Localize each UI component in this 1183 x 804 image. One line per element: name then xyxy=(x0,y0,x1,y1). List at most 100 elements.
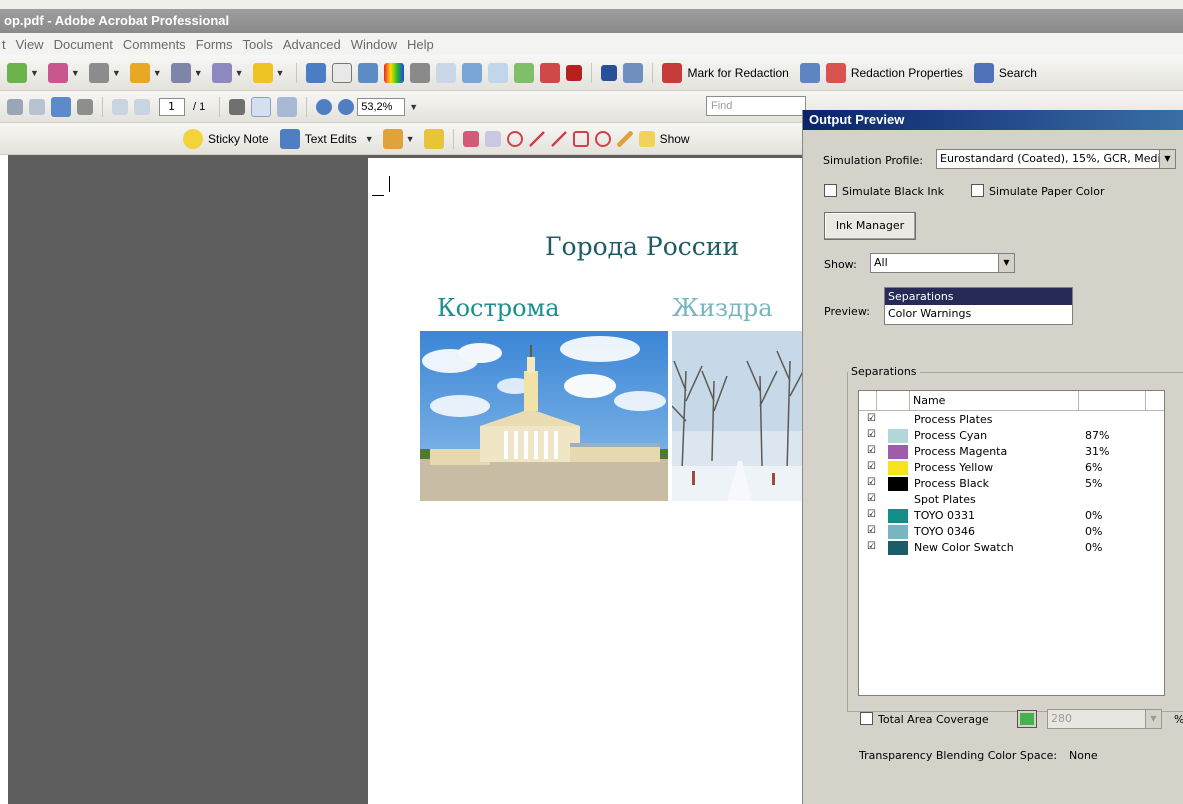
chevron-down-icon[interactable]: ▼ xyxy=(153,68,162,78)
text-edits-button[interactable]: Text Edits xyxy=(305,132,357,146)
stamp-icon[interactable] xyxy=(382,128,403,149)
collaborate-icon[interactable] xyxy=(88,62,109,83)
callout-icon[interactable] xyxy=(462,130,479,147)
email-icon[interactable] xyxy=(51,96,71,117)
color-bar-icon[interactable] xyxy=(384,62,405,83)
separation-checkbox[interactable]: ☑ xyxy=(866,494,877,505)
coverage-color-swatch[interactable] xyxy=(1017,710,1037,728)
combine-files-icon[interactable] xyxy=(47,62,68,83)
redaction-properties-icon[interactable] xyxy=(825,62,846,83)
next-page-icon[interactable] xyxy=(134,98,150,115)
preflight-flask-icon[interactable] xyxy=(410,62,431,83)
separation-checkbox[interactable]: ☑ xyxy=(866,542,877,553)
menu-document[interactable]: Document xyxy=(54,37,113,52)
table-row[interactable]: ☑ TOYO 0346 0% xyxy=(859,524,1164,540)
table-row[interactable]: ☑ New Color Swatch 0% xyxy=(859,540,1164,556)
column-name[interactable]: Name xyxy=(910,391,1079,410)
arrow-tool-icon[interactable] xyxy=(528,130,545,147)
separation-checkbox[interactable]: ☑ xyxy=(866,462,877,473)
review-comment-icon[interactable] xyxy=(252,62,273,83)
table-row[interactable]: ☑ Process Black 5% xyxy=(859,476,1164,492)
sticky-note-button[interactable]: Sticky Note xyxy=(208,132,269,146)
table-row[interactable]: ☑ Process Magenta 31% xyxy=(859,444,1164,460)
separation-checkbox[interactable]: ☑ xyxy=(866,510,877,521)
select-arrow-icon[interactable] xyxy=(601,64,618,81)
add-printer-marks-icon[interactable] xyxy=(514,62,535,83)
chevron-down-icon[interactable]: ▼ xyxy=(30,68,39,78)
show-comments-icon[interactable] xyxy=(638,130,655,147)
sign-pen-icon[interactable] xyxy=(170,62,191,83)
dropdown-arrow-icon[interactable]: ▼ xyxy=(1159,150,1175,168)
touchup-icon[interactable] xyxy=(623,62,644,83)
find-input[interactable]: Find xyxy=(706,96,806,116)
print-icon[interactable] xyxy=(7,98,23,115)
menu-tools[interactable]: Tools xyxy=(243,37,273,52)
flattener-icon[interactable] xyxy=(540,62,561,83)
search-redact-icon[interactable] xyxy=(973,62,994,83)
output-preview-icon[interactable] xyxy=(358,62,379,83)
chevron-down-icon[interactable]: ▼ xyxy=(194,68,203,78)
menu-view[interactable]: View xyxy=(16,37,44,52)
show-select[interactable]: All ▼ xyxy=(870,253,1015,273)
total-area-coverage-checkbox[interactable] xyxy=(860,712,873,725)
separation-checkbox[interactable]: ☑ xyxy=(866,446,877,457)
zoom-out-icon[interactable] xyxy=(316,98,333,115)
table-row[interactable]: ☑ Process Cyan 87% xyxy=(859,428,1164,444)
oval-tool-icon[interactable] xyxy=(594,130,611,147)
ink-manager-button[interactable]: Ink Manager xyxy=(824,212,916,240)
menu-file-partial[interactable]: t xyxy=(2,37,6,52)
convert-colors-icon[interactable] xyxy=(462,62,483,83)
sticky-note-icon[interactable] xyxy=(183,128,203,149)
separation-checkbox[interactable]: ☑ xyxy=(866,526,877,537)
layers-icon[interactable] xyxy=(306,62,327,83)
ink-manager-icon[interactable] xyxy=(488,62,509,83)
preview-option-separations[interactable]: Separations xyxy=(885,288,1072,305)
apply-redactions-icon[interactable] xyxy=(799,62,820,83)
show-button[interactable]: Show xyxy=(660,132,690,146)
mark-for-redaction-button[interactable]: Mark for Redaction xyxy=(687,66,788,80)
forms-icon[interactable] xyxy=(211,62,232,83)
secure-lock-icon[interactable] xyxy=(129,62,150,83)
simulate-black-ink-checkbox[interactable] xyxy=(824,184,837,197)
mark-redaction-icon[interactable] xyxy=(662,62,683,83)
text-edits-icon[interactable] xyxy=(279,128,300,149)
simulate-paper-color-checkbox[interactable] xyxy=(971,184,984,197)
previous-page-icon[interactable] xyxy=(112,98,128,115)
separation-checkbox[interactable]: ☑ xyxy=(866,430,877,441)
separation-checkbox[interactable]: ☑ xyxy=(866,478,877,489)
table-row[interactable]: ☑ Spot Plates xyxy=(859,492,1164,508)
line-tool-icon[interactable] xyxy=(550,130,567,147)
zoom-marquee-icon[interactable] xyxy=(277,96,298,117)
search-button[interactable]: Search xyxy=(999,66,1037,80)
zoom-dropdown-icon[interactable]: ▼ xyxy=(409,102,418,112)
pin-icon[interactable] xyxy=(566,64,583,81)
zoom-in-icon[interactable] xyxy=(338,98,355,115)
preview-listbox[interactable]: Separations Color Warnings xyxy=(884,287,1073,325)
fix-hairlines-icon[interactable] xyxy=(436,62,457,83)
chevron-down-icon[interactable]: ▼ xyxy=(71,68,80,78)
create-pdf-icon[interactable] xyxy=(7,62,27,83)
table-row[interactable]: ☑ TOYO 0331 0% xyxy=(859,508,1164,524)
highlight-text-icon[interactable] xyxy=(423,128,444,149)
chevron-down-icon[interactable]: ▼ xyxy=(276,68,285,78)
separations-table[interactable]: Name ☑ Process Plates ☑ Process Cyan 87% ☑ Pro… xyxy=(858,390,1165,696)
zoom-level-field[interactable]: 53,2% xyxy=(357,97,406,116)
find-user-icon[interactable] xyxy=(77,98,93,115)
menu-help[interactable]: Help xyxy=(407,37,434,52)
preview-option-color-warnings[interactable]: Color Warnings xyxy=(885,305,1072,322)
text-box-icon[interactable] xyxy=(484,130,501,147)
chevron-down-icon[interactable]: ▼ xyxy=(112,68,121,78)
chevron-down-icon[interactable]: ▼ xyxy=(235,68,244,78)
current-page-field[interactable]: 1 xyxy=(159,97,185,116)
separation-checkbox[interactable]: ☑ xyxy=(866,414,877,425)
menu-comments[interactable]: Comments xyxy=(123,37,186,52)
menu-forms[interactable]: Forms xyxy=(196,37,233,52)
select-text-icon[interactable] xyxy=(229,98,246,115)
table-row[interactable]: ☑ Process Plates xyxy=(859,412,1164,428)
simulation-profile-select[interactable]: Eurostandard (Coated), 15%, GCR, Medium … xyxy=(936,149,1176,169)
dropdown-arrow-icon[interactable]: ▼ xyxy=(998,254,1014,272)
rectangle-tool-icon[interactable] xyxy=(572,130,589,147)
crop-icon[interactable] xyxy=(332,62,353,83)
chevron-down-icon[interactable]: ▼ xyxy=(406,134,415,144)
cloud-icon[interactable] xyxy=(506,130,523,147)
